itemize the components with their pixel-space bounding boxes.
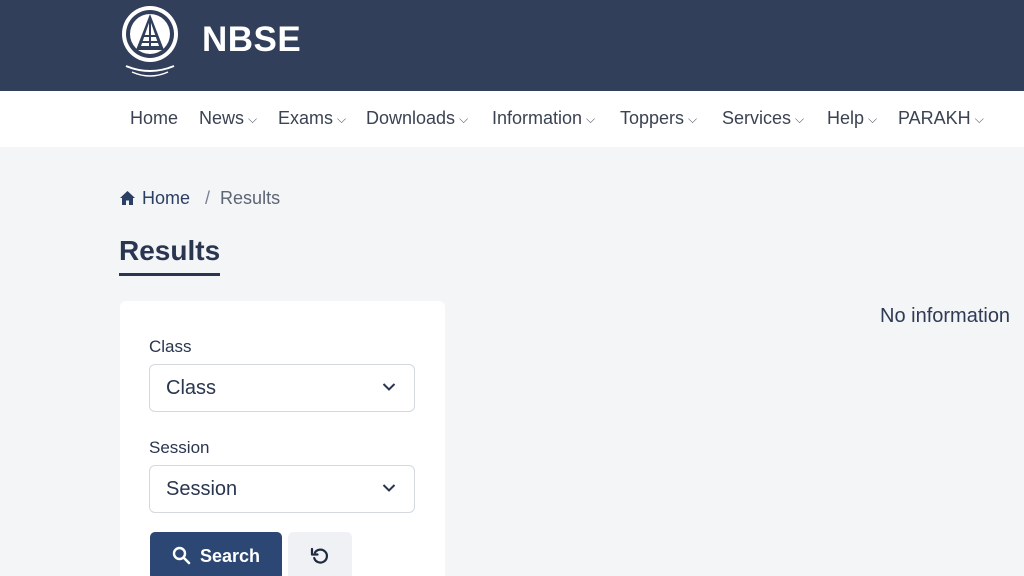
nbse-emblem-icon[interactable] xyxy=(118,4,182,80)
chevron-down-icon xyxy=(382,383,396,391)
nav-label-information: Information xyxy=(492,108,583,128)
nav-item-information[interactable]: Information ⌵ xyxy=(492,108,595,129)
chevron-down-icon: ⌵ xyxy=(248,112,258,126)
nav-item-parakh[interactable]: PARAKH ⌵ xyxy=(898,108,984,129)
breadcrumb-current: Results xyxy=(220,188,281,208)
nav-label-exams: Exams xyxy=(278,108,334,128)
class-select[interactable]: Class xyxy=(149,364,415,412)
nav-label-parakh: PARAKH xyxy=(898,108,971,128)
chevron-down-icon: ⌵ xyxy=(974,112,984,126)
results-search-form: Class Class Session Session Search xyxy=(120,301,445,576)
breadcrumb-separator: / xyxy=(205,188,211,208)
class-field-label: Class xyxy=(149,337,192,356)
nav-label-news: News xyxy=(199,108,245,128)
site-header: NBSE xyxy=(0,0,1024,91)
nav-item-news[interactable]: News ⌵ xyxy=(199,108,257,129)
breadcrumb-home-link[interactable]: Home xyxy=(119,188,195,208)
chevron-down-icon: ⌵ xyxy=(868,112,878,126)
breadcrumb-home-label: Home xyxy=(142,188,191,208)
reset-icon xyxy=(310,547,329,564)
home-icon xyxy=(120,191,135,205)
chevron-down-icon: ⌵ xyxy=(459,112,469,126)
site-brand[interactable]: NBSE xyxy=(202,20,301,60)
search-icon xyxy=(172,546,191,565)
chevron-down-icon: ⌵ xyxy=(337,112,347,126)
nav-label-services: Services xyxy=(722,108,792,128)
nav-label-help: Help xyxy=(827,108,865,128)
no-results-message: No information xyxy=(880,305,1011,327)
nav-item-exams[interactable]: Exams ⌵ xyxy=(278,108,346,129)
session-select[interactable]: Session xyxy=(149,465,415,513)
nav-label-home: Home xyxy=(130,108,179,128)
session-field-label: Session xyxy=(149,438,210,457)
nav-item-home[interactable]: Home xyxy=(130,108,178,129)
nav-item-services[interactable]: Services ⌵ xyxy=(722,108,804,129)
session-select-value: Session xyxy=(166,478,238,500)
main-navigation: Home News ⌵ Exams ⌵ Downloads ⌵ Information… xyxy=(0,91,1024,147)
search-button[interactable]: Search xyxy=(150,532,282,576)
nav-item-downloads[interactable]: Downloads ⌵ xyxy=(366,108,468,129)
class-select-value: Class xyxy=(166,377,217,399)
chevron-down-icon: ⌵ xyxy=(586,112,596,126)
chevron-down-icon: ⌵ xyxy=(795,112,805,126)
nav-label-toppers: Toppers xyxy=(620,108,685,128)
page-title: Results xyxy=(119,235,221,276)
chevron-down-icon xyxy=(382,484,396,492)
nav-item-toppers[interactable]: Toppers ⌵ xyxy=(620,108,697,129)
reset-button[interactable] xyxy=(288,532,352,576)
breadcrumb: Home / Results xyxy=(119,188,280,209)
nav-item-help[interactable]: Help ⌵ xyxy=(827,108,877,129)
chevron-down-icon: ⌵ xyxy=(688,112,698,126)
search-button-label: Search xyxy=(200,546,261,566)
nav-label-downloads: Downloads xyxy=(366,108,456,128)
